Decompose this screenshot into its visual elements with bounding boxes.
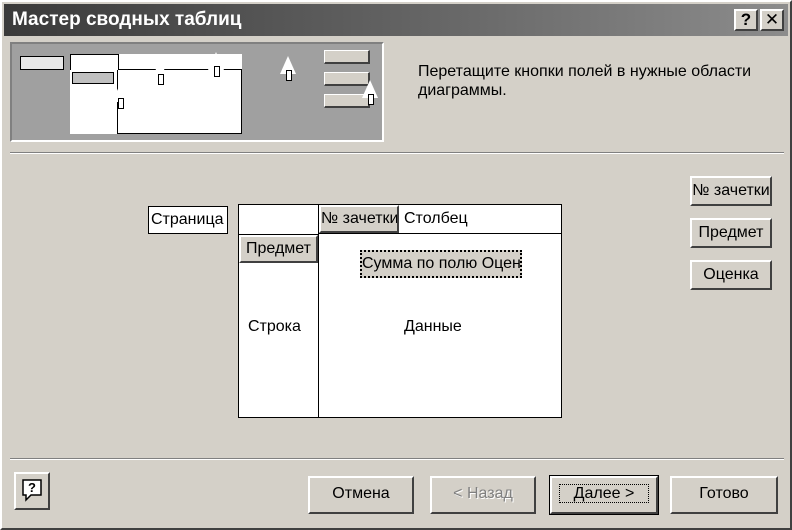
pivot-layout-area: Страница № зачетки Столбец Предмет Строк… xyxy=(12,158,784,448)
cursor-icon xyxy=(280,56,296,81)
svg-text:?: ? xyxy=(28,480,36,495)
page-area-drop[interactable]: Страница xyxy=(148,206,228,234)
cursor-icon xyxy=(152,60,168,85)
help-question-icon: ? xyxy=(22,479,42,502)
help-button[interactable]: ? xyxy=(14,472,50,510)
preview-field-button xyxy=(324,50,370,64)
cursor-icon xyxy=(208,52,224,77)
instruction-text: Перетащите кнопки полей в нужные области… xyxy=(418,63,752,99)
available-field-button[interactable]: Оценка xyxy=(690,260,772,290)
data-field-button[interactable]: Сумма по полю Оценка xyxy=(360,250,522,278)
finish-button[interactable]: Готово xyxy=(670,476,778,514)
top-separator xyxy=(10,152,784,154)
cursor-icon xyxy=(362,80,378,105)
bottom-separator xyxy=(10,458,784,460)
layout-preview-graphic xyxy=(10,42,384,142)
preview-page-area xyxy=(20,56,64,70)
row-area-label: Строка xyxy=(248,318,301,335)
cursor-icon xyxy=(112,84,128,109)
back-button[interactable]: < Назад xyxy=(430,476,536,514)
available-field-button[interactable]: Предмет xyxy=(690,218,772,248)
column-area-label: Столбец xyxy=(404,210,468,227)
data-area-label: Данные xyxy=(404,318,462,335)
next-button-label: Далее > xyxy=(558,484,650,503)
pivot-wizard-window: Мастер сводных таблиц ? ✕ Перетащите кно… xyxy=(0,0,792,530)
column-field-button[interactable]: № зачетки xyxy=(319,205,399,233)
available-field-button[interactable]: № зачетки xyxy=(690,176,772,206)
page-area-label: Страница xyxy=(151,211,224,228)
preview-field-chip xyxy=(72,72,114,84)
row-field-button[interactable]: Предмет xyxy=(239,235,318,263)
next-button[interactable]: Далее > xyxy=(549,475,659,515)
title-close-button[interactable]: ✕ xyxy=(760,9,784,31)
title-bar[interactable]: Мастер сводных таблиц ? ✕ xyxy=(4,4,788,36)
title-help-button[interactable]: ? xyxy=(734,9,758,31)
cancel-button[interactable]: Отмена xyxy=(308,476,414,514)
window-title: Мастер сводных таблиц xyxy=(12,9,242,30)
